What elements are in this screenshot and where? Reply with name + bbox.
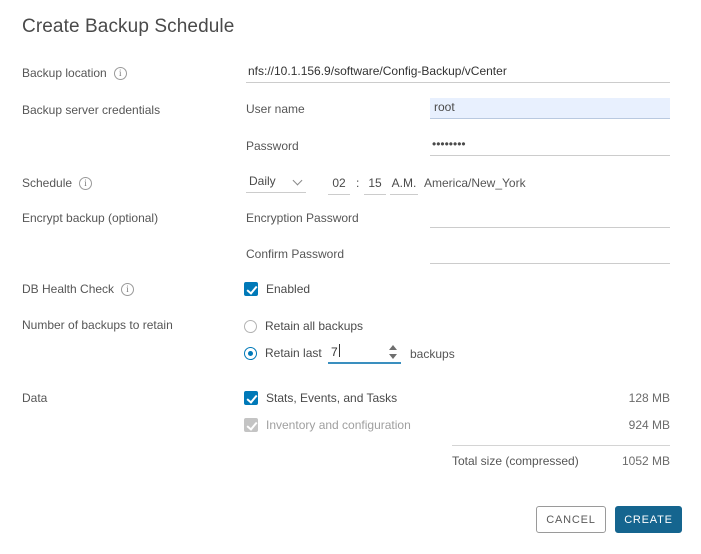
checkbox-checked-icon — [244, 391, 258, 405]
password-input[interactable] — [430, 135, 670, 156]
encrypt-backup-label-text: Encrypt backup (optional) — [22, 211, 159, 225]
retain-label-text: Number of backups to retain — [22, 318, 173, 332]
data-total-size: 1052 MB — [621, 454, 670, 468]
checkbox-checked-disabled-icon — [244, 418, 258, 432]
retain-last-radio[interactable]: Retain last — [244, 346, 322, 360]
backup-location-input[interactable] — [246, 62, 670, 83]
user-name-label: User name — [246, 102, 305, 116]
password-label: Password — [246, 139, 299, 153]
retain-count-value: 7 — [328, 344, 340, 359]
schedule-label-text: Schedule — [22, 176, 73, 190]
backup-server-credentials-label-text: Backup server credentials — [22, 103, 161, 117]
data-label: Data — [22, 391, 47, 405]
db-health-check-enabled-checkbox[interactable]: Enabled — [244, 282, 310, 296]
user-name-input[interactable] — [430, 98, 670, 119]
backup-server-credentials-label: Backup server credentials — [22, 103, 160, 117]
schedule-frequency-value: Daily — [249, 174, 276, 188]
encrypt-backup-label: Encrypt backup (optional) — [22, 211, 158, 225]
data-item-stats-checkbox[interactable]: Stats, Events, and Tasks — [244, 391, 397, 405]
confirm-password-label: Confirm Password — [246, 247, 345, 261]
create-button[interactable]: CREATE — [615, 506, 682, 533]
chevron-down-icon — [294, 177, 303, 186]
data-total-divider — [452, 445, 670, 446]
db-health-check-label: DB Health Check — [22, 282, 135, 296]
db-health-check-enabled-label: Enabled — [266, 282, 311, 296]
data-item-size: 128 MB — [628, 391, 670, 405]
retain-label: Number of backups to retain — [22, 318, 173, 332]
info-icon[interactable] — [121, 282, 135, 296]
info-icon[interactable] — [79, 176, 93, 190]
backup-location-label: Backup location — [22, 66, 127, 80]
data-item-label: Inventory and configuration — [266, 418, 411, 432]
confirm-password-input[interactable] — [430, 243, 670, 264]
info-icon[interactable] — [113, 66, 127, 80]
schedule-label: Schedule — [22, 176, 93, 190]
schedule-hour-input[interactable]: 02 — [328, 175, 350, 195]
schedule-timezone: America/New_York — [424, 176, 526, 190]
retain-last-label: Retain last — [265, 346, 322, 360]
checkbox-checked-icon — [244, 282, 258, 296]
data-item-inventory-checkbox: Inventory and configuration — [244, 418, 411, 432]
encryption-password-input[interactable] — [430, 207, 670, 228]
retain-all-radio[interactable]: Retain all backups — [244, 319, 363, 333]
data-total-label: Total size (compressed) — [452, 454, 579, 468]
radio-unselected-icon — [244, 319, 257, 333]
data-item-label: Stats, Events, and Tasks — [266, 391, 398, 405]
retain-all-label: Retain all backups — [265, 319, 364, 333]
retain-count-stepper[interactable]: 7 — [328, 343, 401, 364]
create-backup-schedule-dialog: Create Backup Schedule Backup location B… — [0, 0, 701, 554]
page-title: Create Backup Schedule — [22, 16, 235, 37]
schedule-meridiem-input[interactable]: A.M. — [390, 175, 418, 195]
db-health-check-label-text: DB Health Check — [22, 282, 115, 296]
time-separator: : — [356, 176, 360, 190]
stepper-arrows-icon[interactable] — [388, 344, 399, 360]
cancel-button[interactable]: CANCEL — [536, 506, 606, 533]
data-label-text: Data — [22, 391, 48, 405]
backup-location-label-text: Backup location — [22, 66, 107, 80]
encryption-password-label: Encryption Password — [246, 211, 359, 225]
data-item-size: 924 MB — [628, 418, 670, 432]
schedule-frequency-select[interactable]: Daily — [246, 172, 306, 193]
retain-count-suffix: backups — [410, 347, 455, 361]
radio-selected-icon — [244, 346, 257, 360]
schedule-minute-input[interactable]: 15 — [364, 175, 386, 195]
